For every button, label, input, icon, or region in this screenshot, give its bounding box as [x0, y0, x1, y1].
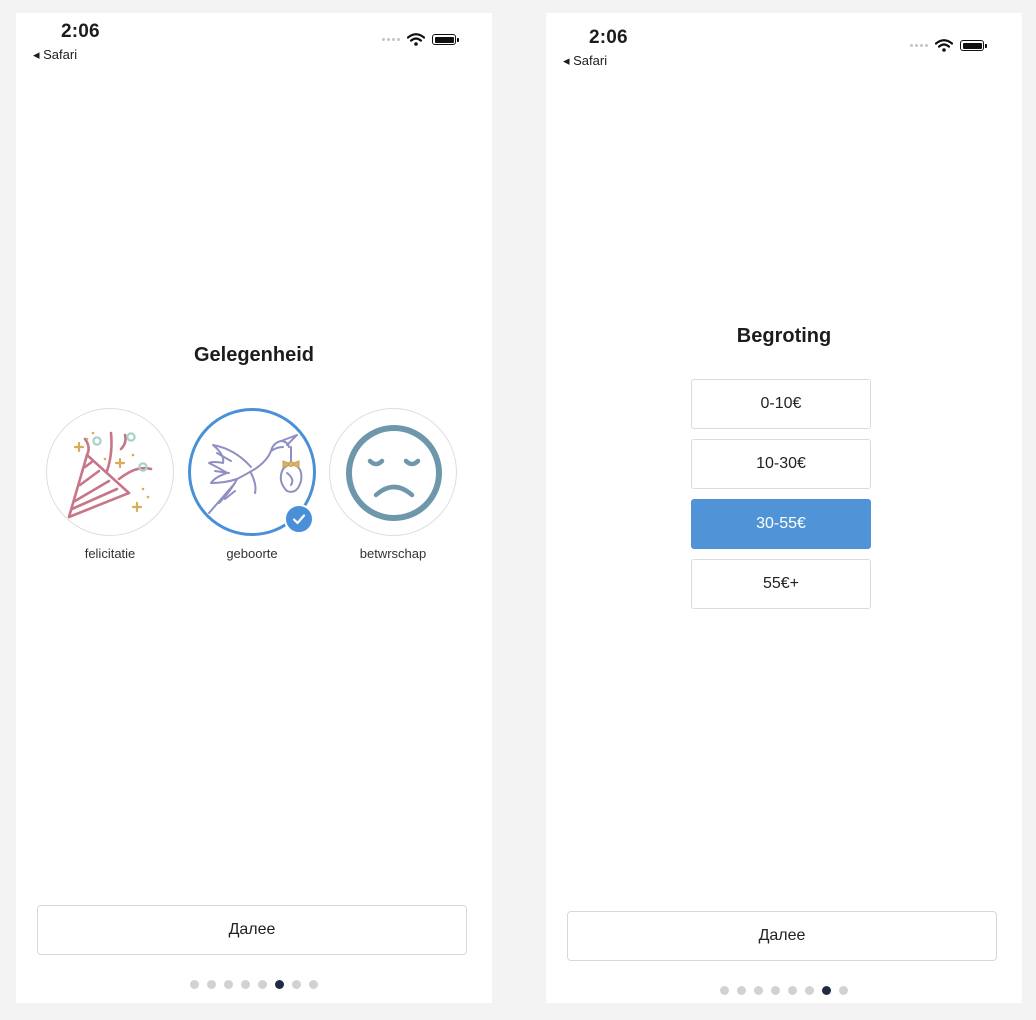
back-to-safari-link[interactable]: ◂ Safari	[563, 53, 607, 69]
next-button[interactable]: Далее	[567, 911, 997, 961]
page-dot[interactable]	[207, 980, 216, 989]
page-dot[interactable]	[309, 980, 318, 989]
page-dot[interactable]	[292, 980, 301, 989]
occasion-label: felicitatie	[84, 546, 136, 561]
budget-option-30-55[interactable]: 30-55€	[691, 499, 871, 549]
back-to-safari-link[interactable]: ◂ Safari	[33, 47, 77, 63]
occasion-option-felicitatie[interactable]	[46, 408, 174, 536]
selected-check-icon	[284, 504, 314, 534]
page-dot[interactable]	[720, 986, 729, 995]
wifi-icon	[407, 33, 425, 46]
occasion-screen: 2:06 ◂ Safari Gelegenheid felicitatie ge…	[16, 13, 492, 1003]
budget-option-10-30[interactable]: 10-30€	[691, 439, 871, 489]
page-indicator	[16, 980, 492, 989]
page-indicator	[546, 986, 1022, 995]
page-dot[interactable]	[737, 986, 746, 995]
budget-option-0-10[interactable]: 0-10€	[691, 379, 871, 429]
page-dot[interactable]	[258, 980, 267, 989]
party-popper-icon	[67, 431, 153, 519]
page-dot[interactable]	[805, 986, 814, 995]
budget-option-55-plus[interactable]: 55€+	[691, 559, 871, 609]
battery-icon	[432, 34, 459, 45]
status-indicators	[382, 33, 459, 46]
page-dot[interactable]	[190, 980, 199, 989]
page-dot[interactable]	[839, 986, 848, 995]
page-title: Begroting	[736, 325, 832, 347]
signal-icon	[382, 38, 400, 41]
sad-face-icon	[346, 425, 442, 521]
wifi-icon	[935, 39, 953, 52]
page-dot-active[interactable]	[275, 980, 284, 989]
page-dot[interactable]	[788, 986, 797, 995]
occasion-label: geboorte	[226, 546, 278, 561]
signal-icon	[910, 44, 928, 47]
page-dot-active[interactable]	[822, 986, 831, 995]
budget-screen: 2:06 ◂ Safari Begroting 0-10€ 10-30€ 30-…	[546, 13, 1022, 1003]
occasion-label: betwrschap	[359, 546, 427, 561]
next-button[interactable]: Далее	[37, 905, 467, 955]
battery-icon	[960, 40, 987, 51]
page-dot[interactable]	[771, 986, 780, 995]
page-dot[interactable]	[224, 980, 233, 989]
page-dot[interactable]	[241, 980, 250, 989]
page-title: Gelegenheid	[193, 344, 315, 366]
status-time: 2:06	[589, 27, 628, 48]
occasion-option-betwrschap[interactable]	[329, 408, 457, 536]
status-indicators	[910, 39, 987, 52]
page-dot[interactable]	[754, 986, 763, 995]
status-time: 2:06	[61, 21, 100, 42]
